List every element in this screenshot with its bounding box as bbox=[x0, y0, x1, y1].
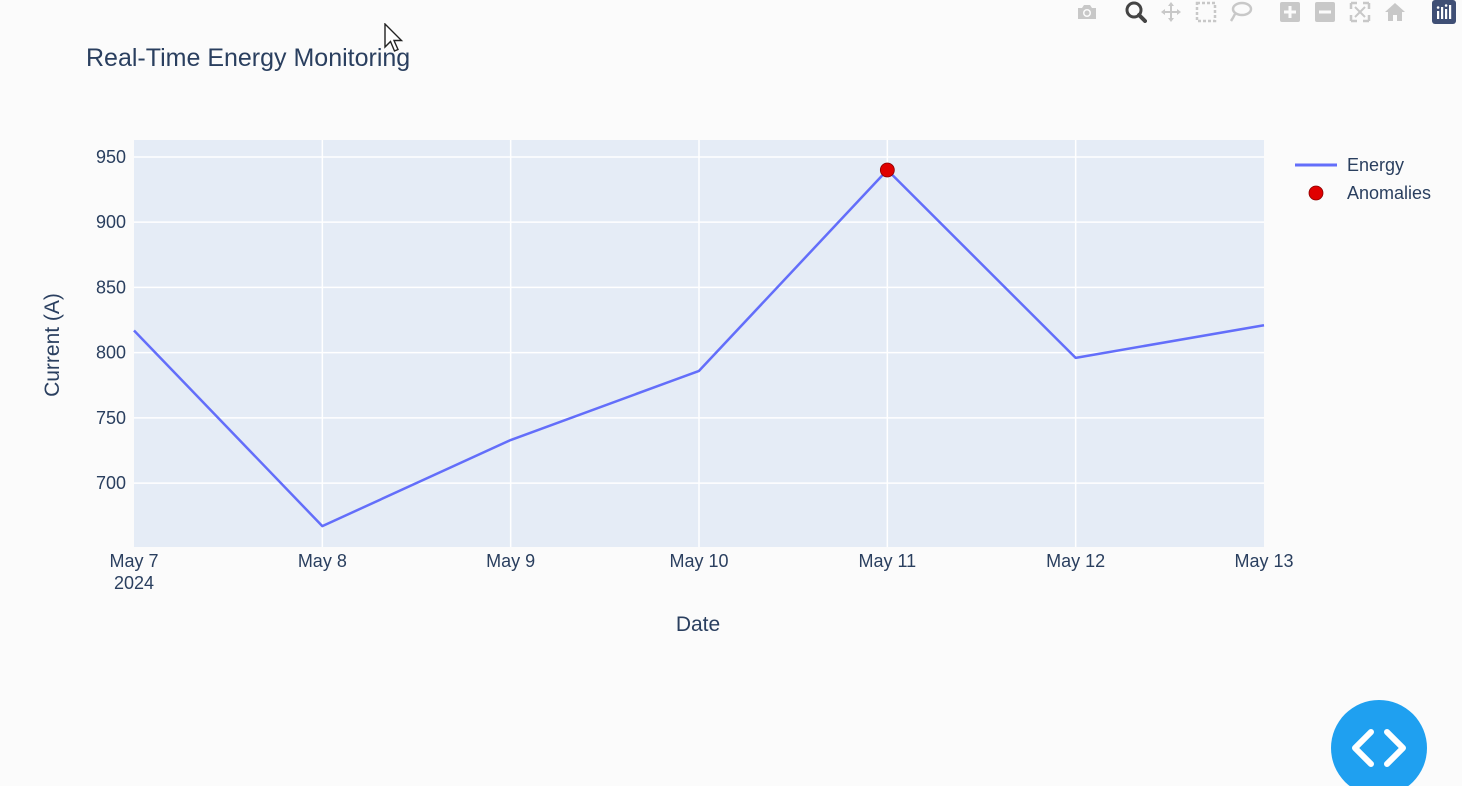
reset-axes-icon[interactable] bbox=[1383, 0, 1407, 24]
autoscale-icon[interactable] bbox=[1348, 0, 1372, 24]
y-axis-label: Current (A) bbox=[41, 293, 64, 397]
chart-page: Real-Time Energy Monitoring 700 750 800 850… bbox=[0, 0, 1462, 786]
plotly-logo-icon[interactable] bbox=[1432, 0, 1456, 24]
chart-canvas[interactable]: Real-Time Energy Monitoring 700 750 800 850… bbox=[0, 0, 1462, 786]
x-tick-label: May 10 bbox=[669, 551, 728, 571]
y-tick-label: 950 bbox=[96, 147, 126, 167]
lasso-select-icon[interactable] bbox=[1229, 0, 1253, 24]
zoom-icon[interactable] bbox=[1124, 0, 1148, 24]
anomaly-point bbox=[879, 162, 895, 178]
y-tick-label: 700 bbox=[96, 473, 126, 493]
chart-title: Real-Time Energy Monitoring bbox=[86, 44, 410, 72]
x-tick-label: May 8 bbox=[298, 551, 347, 571]
zoom-in-icon[interactable] bbox=[1278, 0, 1302, 24]
zoom-out-icon[interactable] bbox=[1313, 0, 1337, 24]
camera-icon[interactable] bbox=[1075, 0, 1099, 24]
x-tick-label: May 13 bbox=[1234, 551, 1293, 571]
x-tick-label: May 11 bbox=[858, 551, 916, 571]
x-tick-label: May 7 bbox=[109, 551, 158, 571]
code-icon bbox=[1352, 729, 1406, 767]
x-tick-labels: May 7 May 8 May 9 May 10 May 11 May 12 May 13 bbox=[109, 551, 1293, 571]
mouse-cursor-icon bbox=[384, 22, 404, 58]
box-select-icon[interactable] bbox=[1194, 0, 1218, 24]
y-tick-labels: 700 750 800 850 900 950 bbox=[96, 147, 126, 493]
code-toggle-button[interactable] bbox=[1331, 700, 1427, 786]
legend-swatch-anomalies bbox=[1308, 185, 1324, 201]
modebar bbox=[1064, 0, 1462, 24]
y-tick-label: 750 bbox=[96, 408, 126, 428]
pan-icon[interactable] bbox=[1159, 0, 1183, 24]
x-tick-label: May 12 bbox=[1046, 551, 1105, 571]
y-tick-label: 900 bbox=[96, 212, 126, 232]
x-year-label: 2024 bbox=[114, 573, 154, 593]
x-axis-label: Date bbox=[676, 613, 720, 636]
x-tick-label: May 9 bbox=[486, 551, 535, 571]
y-tick-label: 800 bbox=[96, 343, 126, 363]
legend-label: Energy bbox=[1347, 155, 1404, 175]
legend-label: Anomalies bbox=[1347, 183, 1431, 203]
y-tick-label: 850 bbox=[96, 277, 126, 297]
legend[interactable]: Energy Anomalies bbox=[1295, 155, 1431, 203]
